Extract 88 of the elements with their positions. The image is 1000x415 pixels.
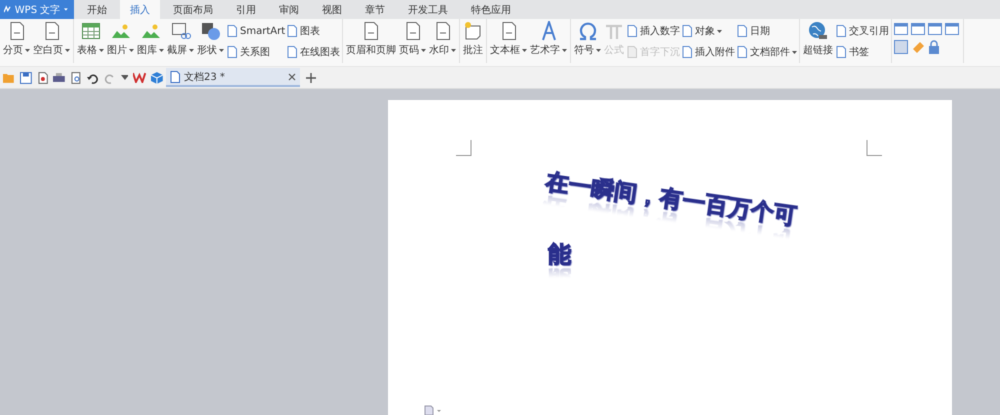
paste-options-icon[interactable]	[424, 405, 442, 415]
small-document-icon	[681, 25, 694, 37]
app-name: WPS 文字	[14, 4, 60, 16]
ribbon-button[interactable]: 图库	[136, 21, 165, 57]
w-logo-icon[interactable]	[133, 72, 146, 83]
document-tab[interactable]: 文档23 *	[166, 68, 300, 87]
ribbon-button[interactable]: 图表	[286, 23, 340, 39]
ribbon-button[interactable]: 交叉引用	[835, 23, 890, 39]
small-document-icon	[681, 46, 694, 58]
caret-icon	[219, 48, 224, 52]
ribbon-tab[interactable]: 插入	[120, 0, 160, 19]
ribbon-button[interactable]: 图片	[106, 21, 135, 57]
ribbon-button[interactable]: 艺术字	[529, 21, 568, 57]
ribbon-button[interactable]: 书签	[835, 44, 890, 60]
small-document-icon	[626, 46, 638, 58]
small-document-icon	[226, 25, 238, 37]
small-document-icon	[736, 25, 748, 37]
ribbon-button[interactable]: 截屏	[166, 21, 195, 57]
ribbon-button[interactable]: 页码	[398, 21, 428, 57]
ribbon-button[interactable]: 超链接	[802, 21, 834, 57]
small-document-icon	[286, 46, 298, 58]
ribbon-tab[interactable]: 页面布局	[163, 0, 223, 19]
ribbon-tab[interactable]: 开发工具	[398, 0, 458, 19]
ribbon-tab[interactable]: 章节	[355, 0, 395, 19]
caret-icon	[522, 48, 528, 52]
small-document-icon	[226, 46, 238, 58]
caret-icon	[64, 8, 68, 11]
caret-icon	[792, 50, 798, 54]
ribbon-button[interactable]: 文档部件	[736, 44, 798, 60]
document-tab-title: 文档23 *	[184, 70, 226, 84]
ribbon-button[interactable]: 批注	[462, 21, 484, 57]
ribbon-button[interactable]: 在线图表	[286, 44, 340, 60]
lock-icon[interactable]	[928, 40, 940, 54]
small-document-icon	[736, 46, 748, 58]
shapes-icon	[200, 21, 220, 41]
ribbon-tab[interactable]: 开始	[77, 0, 117, 19]
caret-icon	[159, 48, 164, 52]
print-preview-icon[interactable]	[70, 72, 82, 84]
caret-icon	[562, 48, 568, 52]
document-icon[interactable]	[36, 72, 48, 84]
ribbon-button[interactable]: 日期	[736, 23, 798, 39]
ribbon-button[interactable]: 形状	[196, 21, 225, 57]
frame-icon[interactable]	[894, 40, 908, 54]
wordart-text: 在一瞬间，有一百万个可	[544, 168, 799, 232]
caret-icon	[189, 48, 194, 52]
caret-icon	[65, 48, 70, 52]
ribbon-button[interactable]: 插入数字	[626, 23, 680, 39]
margin-corner-mark	[456, 140, 472, 156]
dropdown-icon[interactable]	[120, 75, 128, 80]
app-menu-button[interactable]: WPS 文字	[0, 0, 74, 19]
omega-icon	[578, 21, 598, 41]
ribbon-button[interactable]: 分页	[2, 21, 31, 57]
caret-icon	[451, 48, 456, 52]
print-icon[interactable]	[53, 72, 66, 84]
close-icon[interactable]	[288, 72, 296, 80]
cube-icon[interactable]	[151, 72, 164, 84]
margin-corner-mark	[866, 140, 882, 156]
undo-icon[interactable]	[86, 72, 99, 84]
ribbon-button[interactable]: SmartArt	[226, 23, 286, 39]
ribbon-tab[interactable]: 特色应用	[461, 0, 521, 19]
screenshot-icon	[170, 21, 190, 41]
ribbon-button[interactable]: 文本框	[489, 21, 528, 57]
caret-icon	[717, 30, 722, 32]
ribbon-tab[interactable]: 引用	[226, 0, 266, 19]
ribbon-button[interactable]: 表格	[76, 21, 105, 57]
document-icon	[170, 70, 180, 82]
save-icon[interactable]	[20, 72, 32, 84]
ribbon-button[interactable]: 空白页	[32, 21, 71, 57]
logo-icon	[4, 5, 11, 14]
caret-icon	[99, 48, 104, 52]
caret-icon	[25, 48, 30, 52]
small-document-icon	[626, 25, 638, 37]
small-document-icon	[835, 46, 848, 58]
caret-icon	[129, 48, 134, 52]
ribbon-button[interactable]: 关系图	[226, 44, 286, 60]
small-document-icon	[835, 25, 848, 37]
plus-icon[interactable]	[306, 72, 316, 82]
small-document-icon	[286, 25, 298, 37]
wordart-text: 能	[548, 241, 571, 270]
caret-icon	[596, 48, 602, 52]
ribbon-tab[interactable]: 审阅	[269, 0, 309, 19]
ribbon-tab[interactable]: 视图	[312, 0, 352, 19]
caret-icon	[421, 48, 426, 52]
ribbon-button[interactable]: 水印	[428, 21, 458, 57]
ribbon-button[interactable]: 对象	[681, 23, 736, 39]
ribbon-button[interactable]: 符号	[573, 21, 602, 57]
ribbon-button[interactable]: 插入附件	[681, 44, 736, 60]
ribbon-button[interactable]: 页眉和页脚	[345, 21, 398, 57]
